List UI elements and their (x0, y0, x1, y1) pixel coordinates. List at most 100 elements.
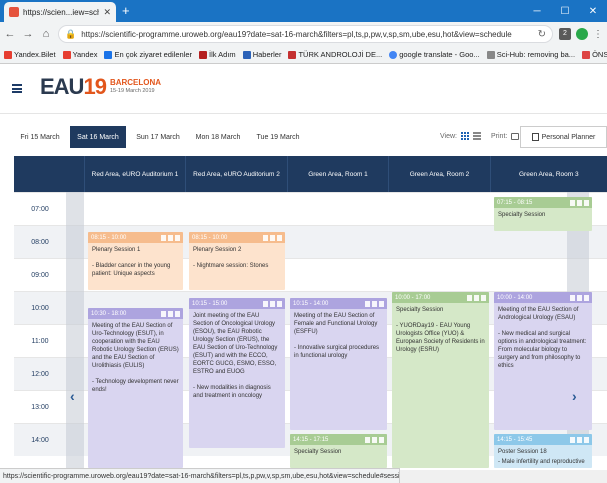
google-icon[interactable] (481, 294, 486, 301)
home-icon[interactable]: ⌂ (40, 28, 52, 40)
calendar-icon[interactable] (372, 300, 377, 307)
session-title: Meeting of the EAU Section of Andrologic… (498, 307, 579, 321)
doc-icon[interactable] (570, 294, 575, 301)
doc-icon[interactable] (161, 234, 166, 241)
tab-sat-16-march[interactable]: Sat 16 March (70, 126, 126, 148)
doc-icon[interactable] (570, 436, 575, 443)
extension-badge-icon[interactable]: 2 (559, 28, 571, 40)
doc-icon[interactable] (570, 199, 575, 206)
session-card[interactable]: 14:15 - 17:15 Specialty Session (290, 434, 387, 468)
personal-planner-button[interactable]: Personal Planner (520, 126, 607, 148)
planner-label: Personal Planner (541, 133, 596, 141)
scroll-left-arrow-icon[interactable]: ‹ (70, 388, 75, 404)
doc-icon[interactable] (263, 234, 268, 241)
session-desc: - New modalities in diagnosis and treatm… (193, 385, 271, 399)
session-card[interactable]: 10:00 - 17:00 Specialty Session - YUORDay… (392, 292, 489, 468)
calendar-icon[interactable] (577, 199, 582, 206)
bookmark-item[interactable]: ÖNSÖZ - 747.pdf (582, 50, 607, 59)
scroll-right-arrow-icon[interactable]: › (572, 388, 577, 404)
google-icon[interactable] (175, 234, 180, 241)
session-desc: - Innovative surgical procedures in func… (294, 345, 380, 359)
bookmark-item[interactable]: İlk Adım (199, 50, 236, 59)
session-header: 10:15 - 15:00 (189, 298, 285, 309)
tab-mon-18-march[interactable]: Mon 18 March (190, 126, 246, 148)
browser-tab[interactable]: https://scien...iew=schedule ✕ (4, 2, 116, 22)
maximize-icon[interactable]: ☐ (551, 0, 579, 22)
session-title: Joint meeting of the EAU Section of Onco… (193, 313, 278, 375)
session-title: Specialty Session (396, 307, 444, 313)
bookmark-item[interactable]: Yandex (62, 50, 97, 59)
doc-icon[interactable] (161, 310, 166, 317)
calendar-icon[interactable] (577, 294, 582, 301)
session-card[interactable]: 08:15 - 10:00 Plenary Session 1 - Bladder… (88, 232, 183, 290)
google-icon[interactable] (175, 310, 180, 317)
list-view-icon[interactable] (473, 132, 481, 140)
session-card[interactable]: 10:00 - 14:00 Meeting of the EAU Section… (494, 292, 592, 430)
session-card[interactable]: 10:15 - 14:00 Meeting of the EAU Section… (290, 298, 387, 430)
back-icon[interactable]: ← (4, 28, 16, 40)
new-tab-button[interactable]: + (122, 4, 130, 17)
bookmark-item[interactable]: Yandex.Bilet (4, 50, 56, 59)
calendar-icon[interactable] (270, 234, 275, 241)
google-icon[interactable] (584, 199, 589, 206)
calendar-icon[interactable] (270, 300, 275, 307)
bookmark-item[interactable]: google translate - Goo... (389, 50, 480, 59)
planner-icon (531, 133, 539, 141)
url-bar[interactable]: 🔒 https://scientific-programme.uroweb.or… (58, 25, 553, 43)
session-actions (365, 300, 384, 307)
session-time: 10:00 - 14:00 (497, 294, 533, 301)
bookmark-item[interactable]: TÜRK ANDROLOJİ DE... (288, 50, 382, 59)
session-card[interactable]: 10:30 - 18:00 Meeting of the EAU Section… (88, 308, 183, 468)
google-icon[interactable] (584, 436, 589, 443)
horizontal-scrollbar[interactable] (400, 470, 607, 483)
column-header: Green Area, Room 3 (490, 156, 607, 192)
session-actions (263, 234, 282, 241)
print-icon[interactable] (511, 132, 520, 140)
grid-view-icon[interactable] (461, 132, 469, 140)
column-header: Red Area, eURO Auditorium 2 (185, 156, 287, 192)
lock-icon: 🔒 (65, 28, 77, 39)
tab-tue-19-march[interactable]: Tue 19 March (250, 126, 306, 148)
scroll-left-strip[interactable] (66, 192, 84, 468)
session-card[interactable]: 10:15 - 15:00 Joint meeting of the EAU S… (189, 298, 285, 448)
doc-icon[interactable] (365, 300, 370, 307)
session-card[interactable]: 08:15 - 10:00 Plenary Session 2 - Nightma… (189, 232, 285, 290)
calendar-icon[interactable] (577, 436, 582, 443)
hamburger-menu-icon[interactable] (12, 84, 22, 93)
eau19-logo[interactable]: EAU19 BARCELONA 15-19 March 2019 (40, 76, 161, 98)
google-icon[interactable] (379, 300, 384, 307)
url-text[interactable]: https://scientific-programme.uroweb.org/… (81, 30, 532, 39)
session-card[interactable]: 07:15 - 08:15 Specialty Session (494, 197, 592, 231)
doc-icon[interactable] (365, 436, 370, 443)
calendar-icon[interactable] (168, 310, 173, 317)
tab-sun-17-march[interactable]: Sun 17 March (130, 126, 186, 148)
session-actions (570, 199, 589, 206)
doc-icon[interactable] (263, 300, 268, 307)
calendar-icon[interactable] (168, 234, 173, 241)
doc-icon[interactable] (467, 294, 472, 301)
tab-fri-15-march[interactable]: Fri 15 March (14, 126, 66, 148)
calendar-icon[interactable] (474, 294, 479, 301)
google-icon[interactable] (277, 234, 282, 241)
close-tab-icon[interactable]: ✕ (103, 7, 111, 18)
reload-icon[interactable]: ↻ (538, 29, 546, 40)
google-icon[interactable] (379, 436, 384, 443)
forward-icon[interactable]: → (22, 28, 34, 40)
bookmark-icon (288, 50, 297, 59)
google-icon[interactable] (584, 294, 589, 301)
session-header: 10:30 - 18:00 (88, 308, 183, 319)
close-window-icon[interactable]: ✕ (579, 0, 607, 22)
extension-green-icon[interactable] (576, 28, 588, 40)
minimize-icon[interactable]: ─ (523, 0, 551, 22)
time-label: 10:00 (31, 305, 49, 312)
bookmark-item[interactable]: Sci-Hub: removing ba... (486, 50, 575, 59)
session-card[interactable]: 14:15 - 15:45 Poster Session 18 - Male in… (494, 434, 592, 468)
menu-icon[interactable]: ⋮ (593, 29, 603, 40)
logo-text: EAU (40, 74, 84, 99)
calendar-icon[interactable] (372, 436, 377, 443)
session-title: Meeting of the EAU Section of Female and… (294, 313, 378, 335)
address-toolbar: ← → ⌂ 🔒 https://scientific-programme.uro… (0, 22, 607, 46)
bookmark-item[interactable]: Haberler (242, 50, 281, 59)
google-icon[interactable] (277, 300, 282, 307)
bookmark-item[interactable]: En çok ziyaret edilenler (104, 50, 192, 59)
